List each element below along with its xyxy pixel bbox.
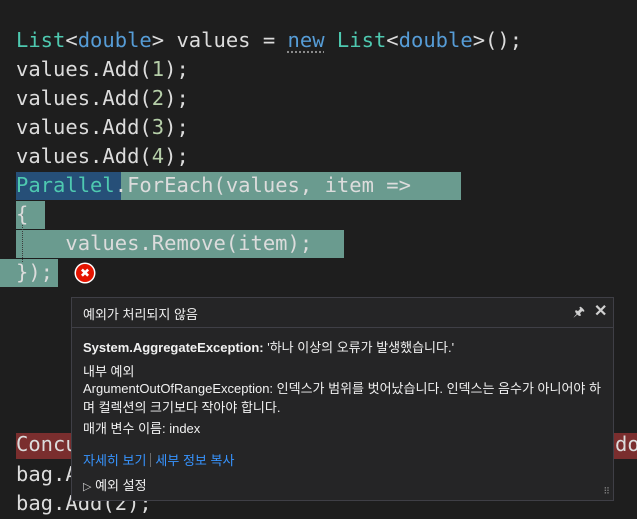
popup-title: 예외가 처리되지 않음 [83,307,198,322]
token-punct: ); [164,57,189,81]
token-number: 2 [151,86,165,110]
token-text: values.Add( [16,144,152,168]
popup-links: 자세히 보기 세부 정보 복사 [83,450,234,469]
inner-exception-message: ArgumentOutOfRangeException: 인덱스가 범위를 벗어… [83,381,601,415]
token-text: bag.A [16,462,78,486]
token-punct: ); [164,115,189,139]
token-number: 3 [151,115,165,139]
token-text: values.Add( [16,57,152,81]
code-line-9[interactable]: }); [16,258,53,287]
token-keyword-double: double [398,28,473,52]
token-brace: { [16,202,29,226]
token-text: }); [16,260,54,284]
token-type-concurrent: Concu [16,432,78,456]
token-text: values.Add( [16,86,152,110]
resize-grip-icon[interactable]: ⠿ [603,486,610,497]
token-text: > values = [151,28,288,52]
exception-message: '하나 이상의 오류가 발생했습니다.' [263,340,455,355]
popup-header: 예외가 처리되지 않음 🖈 ✕ [72,298,613,328]
token-text: values.Remove(item); [16,231,313,255]
token-type-list: List [336,28,387,52]
code-line-2[interactable]: values.Add(1); [16,55,189,84]
code-line-4[interactable]: values.Add(3); [16,113,189,142]
token-type-list: List [16,28,66,52]
code-line-3[interactable]: values.Add(2); [16,84,189,113]
exception-settings-label: 예외 설정 [95,478,147,493]
token-type-parallel: Parallel [16,173,115,197]
pin-icon[interactable]: 🖈 [573,303,585,325]
token-number: 1 [151,57,165,81]
token-number: 4 [151,144,165,168]
code-line-1[interactable]: List<double> values = new List<double>()… [16,26,522,55]
code-line-6[interactable]: Parallel.ForEach(values, item => [16,171,411,200]
link-separator [150,453,152,467]
token-punct: >(); [472,28,523,52]
token-punct: ); [164,144,189,168]
exception-popup: 예외가 처리되지 않음 🖈 ✕ System.AggregateExceptio… [71,297,614,501]
token-punct: < [65,28,78,52]
token-punct: < [386,28,399,52]
code-line-10[interactable]: Concu [16,430,78,459]
token-keyword-double: double [77,28,152,52]
token-text: values.Add( [16,115,152,139]
code-line-10-tail[interactable]: do [615,430,637,459]
parameter-name: 매개 변수 이름: index [83,421,201,436]
exception-settings[interactable]: ▷ 예외 설정 [83,475,147,494]
token-keyword-new: new [287,28,325,52]
code-line-8[interactable]: values.Remove(item); [16,229,312,258]
token-text: .ForEach(values, item => [114,173,411,197]
code-line-7[interactable]: { [16,200,28,229]
code-line-11[interactable]: bag.A [16,460,78,489]
close-icon[interactable]: ✕ [594,301,607,321]
copy-details-link[interactable]: 세부 정보 복사 [155,453,234,468]
token-punct: ); [164,86,189,110]
view-details-link[interactable]: 자세히 보기 [83,453,146,468]
error-icon[interactable]: ✖ [76,264,94,282]
exception-type: System.AggregateException: [83,340,264,355]
token-text: do [615,432,637,456]
exception-line: System.AggregateException: '하나 이상의 오류가 발… [83,337,454,356]
code-line-5[interactable]: values.Add(4); [16,142,189,171]
expand-arrow-icon[interactable]: ▷ [83,481,91,493]
inner-exception-header: 내부 예외 [83,364,135,379]
